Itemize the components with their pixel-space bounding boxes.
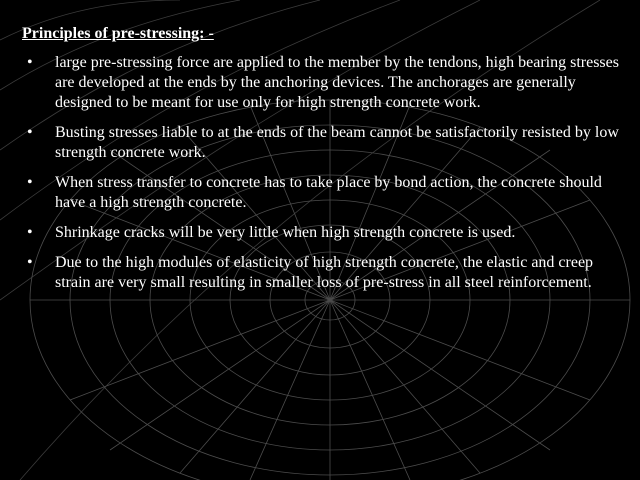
bullet-icon: • [27,124,33,141]
bullet-item: • Busting stresses liable to at the ends… [22,123,622,163]
slide-title: Principles of pre-stressing: - [22,25,214,42]
bullet-item: • Shrinkage cracks will be very little w… [22,223,622,243]
slide-content: Principles of pre-stressing: - • large p… [22,24,622,303]
bullet-text: large pre-stressing force are applied to… [55,54,619,111]
bullet-icon: • [27,254,33,271]
bullet-list: • large pre-stressing force are applied … [22,53,622,293]
bullet-item: • When stress transfer to concrete has t… [22,173,622,213]
bullet-icon: • [27,174,33,191]
bullet-icon: • [27,224,33,241]
bullet-text: When stress transfer to concrete has to … [55,174,602,211]
bullet-item: • Due to the high modules of elasticity … [22,253,622,293]
bullet-icon: • [27,54,33,71]
bullet-text: Due to the high modules of elasticity of… [55,254,594,291]
bullet-text: Shrinkage cracks will be very little whe… [55,224,516,241]
bullet-text: Busting stresses liable to at the ends o… [55,124,619,161]
bullet-item: • large pre-stressing force are applied … [22,53,622,113]
